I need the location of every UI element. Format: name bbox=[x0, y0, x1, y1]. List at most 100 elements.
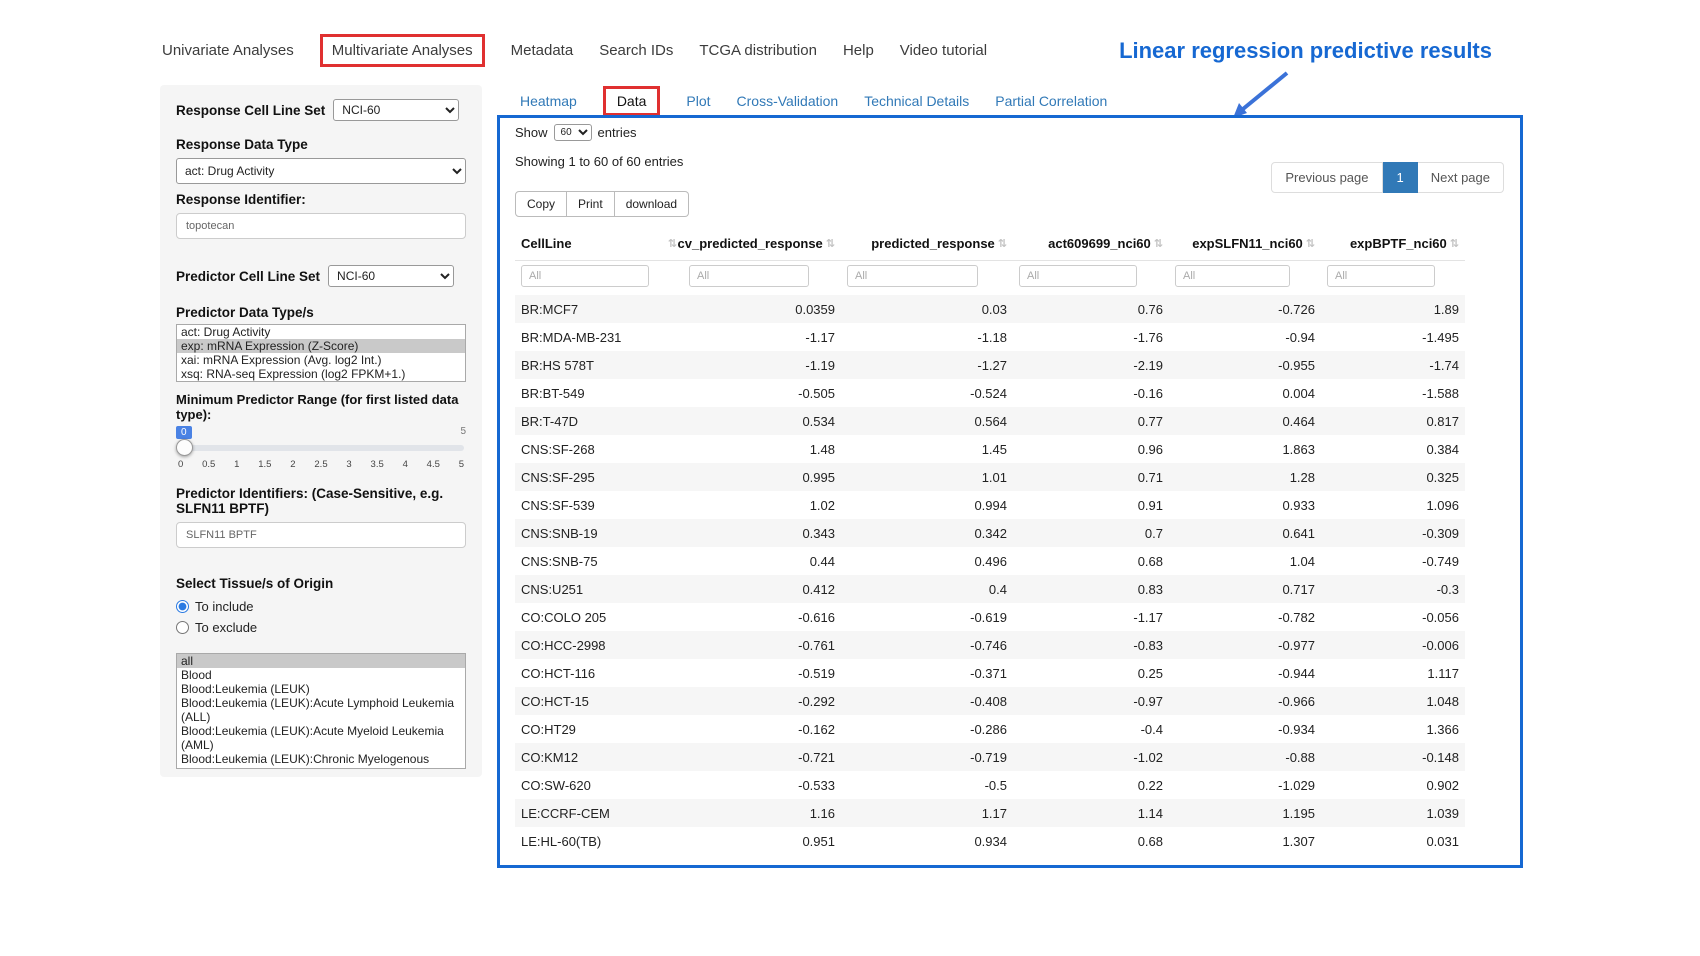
nav-item-tcga-distribution[interactable]: TCGA distribution bbox=[699, 42, 817, 59]
cell-value: -0.721 bbox=[683, 743, 841, 771]
table-row: BR:HS 578T-1.19-1.27-2.19-0.955-1.74 bbox=[515, 351, 1465, 379]
tab-data[interactable]: Data bbox=[603, 86, 661, 116]
table-row: LE:HL-60(TB)0.9510.9340.681.3070.031 bbox=[515, 827, 1465, 855]
min-predictor-range-slider[interactable]: 0 5 00.511.522.533.544.55 bbox=[176, 426, 466, 476]
tissue-exclude-radio-input[interactable] bbox=[176, 621, 189, 634]
cell-line-name: CO:COLO 205 bbox=[515, 603, 683, 631]
cell-value: 1.16 bbox=[683, 799, 841, 827]
tissue-include-radio-input[interactable] bbox=[176, 600, 189, 613]
filter-input-cv-predicted-response[interactable] bbox=[689, 265, 809, 287]
tissue-origin-listbox[interactable]: allBloodBlood:Leukemia (LEUK)Blood:Leuke… bbox=[176, 653, 466, 769]
filter-input-expbptf-nci60[interactable] bbox=[1327, 265, 1435, 287]
column-header-cv-predicted-response[interactable]: cv_predicted_response⇅ bbox=[683, 227, 841, 261]
previous-page-button[interactable]: Previous page bbox=[1271, 162, 1382, 193]
cell-value: -1.17 bbox=[683, 323, 841, 351]
column-header-act609699-nci60[interactable]: act609699_nci60⇅ bbox=[1013, 227, 1169, 261]
cell-value: -1.76 bbox=[1013, 323, 1169, 351]
tissue-option-blood[interactable]: Blood bbox=[177, 668, 465, 682]
predictor-data-type-option-act-drug-activity[interactable]: act: Drug Activity bbox=[177, 325, 465, 339]
sort-icon: ⇅ bbox=[826, 237, 835, 250]
cell-value: 0.96 bbox=[1013, 435, 1169, 463]
predictor-cell-line-set-select[interactable]: NCI-60 bbox=[328, 265, 454, 287]
cell-line-name: CNS:SNB-19 bbox=[515, 519, 683, 547]
cell-value: 1.89 bbox=[1321, 295, 1465, 323]
results-tabs: Heatmap Data Plot Cross-Validation Technical… bbox=[520, 86, 1107, 116]
predictor-identifiers-label: Predictor Identifiers: (Case-Sensitive, … bbox=[176, 486, 466, 516]
filter-input-predicted-response[interactable] bbox=[847, 265, 978, 287]
cell-value: 0.68 bbox=[1013, 827, 1169, 855]
next-page-button[interactable]: Next page bbox=[1418, 162, 1504, 193]
table-row: BR:BT-549-0.505-0.524-0.160.004-1.588 bbox=[515, 379, 1465, 407]
tab-plot[interactable]: Plot bbox=[686, 93, 710, 109]
tab-partial-correlation[interactable]: Partial Correlation bbox=[995, 93, 1107, 109]
cell-value: -1.029 bbox=[1169, 771, 1321, 799]
cell-value: -0.944 bbox=[1169, 659, 1321, 687]
current-page-button[interactable]: 1 bbox=[1383, 162, 1418, 193]
cell-value: -0.3 bbox=[1321, 575, 1465, 603]
nav-item-video-tutorial[interactable]: Video tutorial bbox=[900, 42, 987, 59]
table-body: BR:MCF70.03590.030.76-0.7261.89BR:MDA-MB… bbox=[515, 295, 1465, 855]
filter-input-act609699-nci60[interactable] bbox=[1019, 265, 1137, 287]
nav-item-help[interactable]: Help bbox=[843, 42, 874, 59]
nav-item-univariate-analyses[interactable]: Univariate Analyses bbox=[162, 42, 294, 59]
cell-line-name: CO:HCC-2998 bbox=[515, 631, 683, 659]
cell-line-name: CO:SW-620 bbox=[515, 771, 683, 799]
cell-value: -0.5 bbox=[841, 771, 1013, 799]
cell-value: 0.933 bbox=[1169, 491, 1321, 519]
column-header-cellline[interactable]: CellLine ⇅ bbox=[515, 227, 683, 261]
cell-value: 0.994 bbox=[841, 491, 1013, 519]
cell-value: -0.977 bbox=[1169, 631, 1321, 659]
cell-line-name: BR:MDA-MB-231 bbox=[515, 323, 683, 351]
cell-value: 0.004 bbox=[1169, 379, 1321, 407]
response-data-type-select[interactable]: act: Drug Activity bbox=[176, 158, 466, 184]
cell-value: 0.412 bbox=[683, 575, 841, 603]
cell-value: 0.71 bbox=[1013, 463, 1169, 491]
export-copy-button[interactable]: Copy bbox=[515, 191, 567, 217]
filter-input-cellline[interactable] bbox=[521, 265, 649, 287]
cell-value: -0.309 bbox=[1321, 519, 1465, 547]
column-header-predicted-response[interactable]: predicted_response⇅ bbox=[841, 227, 1013, 261]
export-print-button[interactable]: Print bbox=[567, 191, 615, 217]
cell-value: -0.148 bbox=[1321, 743, 1465, 771]
slider-handle[interactable] bbox=[176, 439, 193, 456]
tissue-option-blood-leukemia-leuk[interactable]: Blood:Leukemia (LEUK) bbox=[177, 682, 465, 696]
tab-heatmap[interactable]: Heatmap bbox=[520, 93, 577, 109]
tissue-option-blood-leukemia-leuk-chronic-myelogenous-leukemia-cml[interactable]: Blood:Leukemia (LEUK):Chronic Myelogenou… bbox=[177, 752, 465, 769]
response-cell-line-set-row: Response Cell Line Set NCI-60 bbox=[176, 99, 466, 121]
tissue-option-blood-leukemia-leuk-acute-myeloid-leukemia-aml[interactable]: Blood:Leukemia (LEUK):Acute Myeloid Leuk… bbox=[177, 724, 465, 752]
nav-item-search-ids[interactable]: Search IDs bbox=[599, 42, 673, 59]
tab-cross-validation[interactable]: Cross-Validation bbox=[737, 93, 839, 109]
export-download-button[interactable]: download bbox=[615, 191, 689, 217]
tissue-option-blood-leukemia-leuk-acute-lymphoid-leukemia-all[interactable]: Blood:Leukemia (LEUK):Acute Lymphoid Leu… bbox=[177, 696, 465, 724]
predictor-data-type-option-xsq-rna-seq-expression-log2-fpkm-1[interactable]: xsq: RNA-seq Expression (log2 FPKM+1.) bbox=[177, 367, 465, 381]
top-nav: Univariate Analyses Multivariate Analyses… bbox=[162, 34, 987, 67]
sort-icon: ⇅ bbox=[668, 237, 677, 250]
slider-tick-label: 0 bbox=[178, 459, 183, 470]
cell-value: 0.934 bbox=[841, 827, 1013, 855]
column-header-expslfn11-nci60[interactable]: expSLFN11_nci60⇅ bbox=[1169, 227, 1321, 261]
column-header-label: CellLine bbox=[521, 236, 572, 251]
tissue-option-all[interactable]: all bbox=[177, 654, 465, 668]
tissue-exclude-radio[interactable]: To exclude bbox=[176, 620, 466, 635]
column-header-label: expSLFN11_nci60 bbox=[1192, 236, 1303, 251]
response-identifier-input[interactable] bbox=[176, 213, 466, 239]
predictor-data-type-option-xai-mrna-expression-avg-log2-int[interactable]: xai: mRNA Expression (Avg. log2 Int.) bbox=[177, 353, 465, 367]
slider-track[interactable] bbox=[178, 445, 464, 451]
nav-item-metadata[interactable]: Metadata bbox=[511, 42, 574, 59]
cell-value: 1.02 bbox=[683, 491, 841, 519]
tissue-include-radio[interactable]: To include bbox=[176, 599, 466, 614]
predictor-data-types-listbox[interactable]: act: Drug Activityexp: mRNA Expression (… bbox=[176, 324, 466, 382]
cell-value: -1.588 bbox=[1321, 379, 1465, 407]
filter-cell bbox=[1013, 261, 1169, 296]
tab-technical-details[interactable]: Technical Details bbox=[864, 93, 969, 109]
filter-input-expslfn11-nci60[interactable] bbox=[1175, 265, 1290, 287]
column-header-expbptf-nci60[interactable]: expBPTF_nci60⇅ bbox=[1321, 227, 1465, 261]
response-cell-line-set-select[interactable]: NCI-60 bbox=[333, 99, 459, 121]
predictor-data-type-option-exp-mrna-expression-z-score[interactable]: exp: mRNA Expression (Z-Score) bbox=[177, 339, 465, 353]
predictor-data-types-label: Predictor Data Type/s bbox=[176, 305, 466, 320]
predictor-identifiers-input[interactable] bbox=[176, 522, 466, 548]
show-entries-select[interactable]: 60 bbox=[554, 124, 592, 141]
entries-label: entries bbox=[598, 125, 637, 140]
cell-value: -1.495 bbox=[1321, 323, 1465, 351]
nav-item-multivariate-analyses[interactable]: Multivariate Analyses bbox=[320, 34, 485, 67]
